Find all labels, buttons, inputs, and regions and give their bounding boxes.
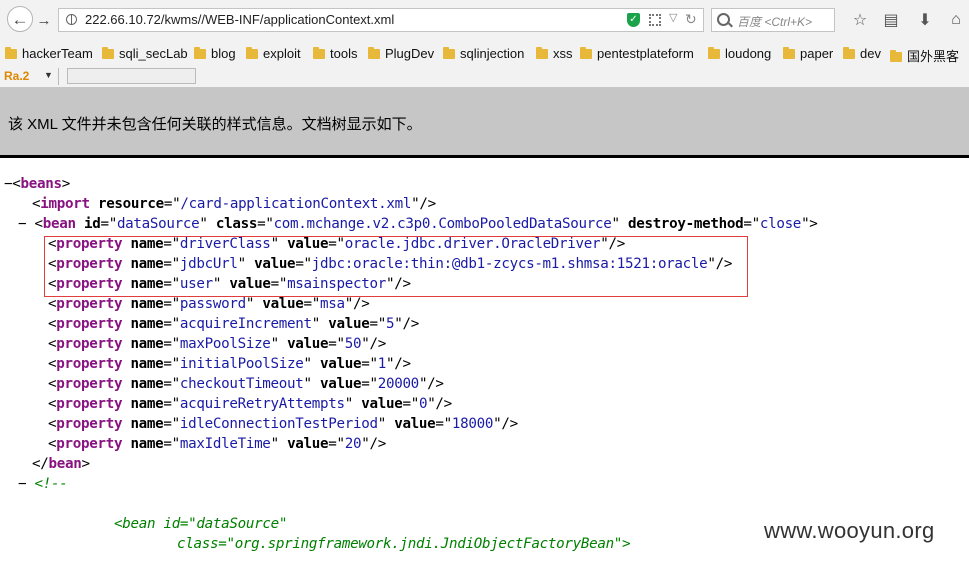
toolbar-divider xyxy=(58,68,59,85)
ra2-addon-button[interactable]: Ra.2 xyxy=(4,69,29,83)
folder-icon xyxy=(5,47,17,59)
bookmark-label: blog xyxy=(211,46,236,61)
bookmark-folder[interactable]: sqlinjection xyxy=(443,46,524,64)
bookmark-label: exploit xyxy=(263,46,301,61)
folder-icon xyxy=(783,47,795,59)
reading-list-icon[interactable]: ▤ xyxy=(880,9,902,31)
bookmark-folder[interactable]: 国外黑客 xyxy=(890,46,959,64)
bookmark-label: PlugDev xyxy=(385,46,435,61)
folder-icon xyxy=(843,47,855,59)
folder-icon xyxy=(708,47,720,59)
bookmark-label: sqlinjection xyxy=(460,46,525,61)
bookmark-folder[interactable]: xss xyxy=(536,46,573,64)
xml-info-banner: 该 XML 文件并未包含任何关联的样式信息。文档树显示如下。 xyxy=(0,87,969,158)
home-icon[interactable]: ⌂ xyxy=(945,9,967,31)
bookmark-folder[interactable]: blog xyxy=(194,46,236,64)
bookmark-label: tools xyxy=(330,46,358,61)
xml-comment-line: class="org.springframework.jndi.JndiObje… xyxy=(177,536,631,552)
folder-icon xyxy=(536,47,548,59)
bookmark-folder[interactable]: dev xyxy=(843,46,881,64)
back-button[interactable]: ← xyxy=(7,6,33,32)
bookmark-folder[interactable]: pentestplateform xyxy=(580,46,694,64)
bookmark-label: sqli_secLab xyxy=(119,46,188,61)
bookmark-folder[interactable]: tools xyxy=(313,46,357,64)
xml-info-text: 该 XML 文件并未包含任何关联的样式信息。文档树显示如下。 xyxy=(8,116,422,133)
bookmark-star-icon[interactable]: ☆ xyxy=(849,9,871,31)
url-dropdown-icon[interactable]: ▽ xyxy=(669,11,677,24)
address-bar[interactable]: 222.66.10.72/kwms//WEB-INF/applicationCo… xyxy=(58,8,704,32)
download-icon[interactable]: ⬇ xyxy=(914,9,936,31)
security-shield-icon[interactable]: ✓ xyxy=(627,13,640,27)
bookmark-label: hackerTeam xyxy=(22,46,93,61)
xml-property: <property name="initialPoolSize" value="… xyxy=(48,356,411,372)
xml-node-import: <import resource="/card-applicationConte… xyxy=(32,196,436,212)
site-info-icon[interactable] xyxy=(66,14,77,25)
bookmark-label: xss xyxy=(553,46,573,61)
navigation-toolbar: ← → 222.66.10.72/kwms//WEB-INF/applicati… xyxy=(0,0,969,41)
xml-comment-open: − <!-- xyxy=(18,476,68,492)
reload-icon[interactable]: ↻ xyxy=(685,11,697,28)
credentials-highlight-box xyxy=(44,236,748,297)
xml-property: <property name="acquireRetryAttempts" va… xyxy=(48,396,452,412)
forward-button[interactable]: → xyxy=(34,10,54,30)
xml-bean-close: </bean> xyxy=(32,456,90,472)
url-text[interactable]: 222.66.10.72/kwms//WEB-INF/applicationCo… xyxy=(85,12,394,27)
bookmark-folder[interactable]: loudong xyxy=(708,46,771,64)
folder-icon xyxy=(368,47,380,59)
forward-arrow-icon: → xyxy=(36,11,52,29)
folder-icon xyxy=(313,47,325,59)
bookmark-folder[interactable]: hackerTeam xyxy=(5,46,93,64)
bookmark-label: dev xyxy=(860,46,881,61)
search-placeholder: 百度 <Ctrl+K> xyxy=(737,15,813,29)
folder-icon xyxy=(194,47,206,59)
collapse-toggle[interactable]: − xyxy=(18,216,27,232)
bookmark-folder[interactable]: PlugDev xyxy=(368,46,434,64)
xml-property: <property name="checkoutTimeout" value="… xyxy=(48,376,444,392)
qr-code-icon[interactable] xyxy=(649,14,661,26)
bookmark-label: loudong xyxy=(725,46,772,61)
folder-icon xyxy=(890,50,902,62)
folder-icon xyxy=(102,47,114,59)
folder-icon xyxy=(580,47,592,59)
folder-icon xyxy=(443,47,455,59)
xml-property: <property name="maxIdleTime" value="20"/… xyxy=(48,436,386,452)
bookmarks-toolbar: hackerTeam sqli_secLab blog exploit tool… xyxy=(0,41,969,66)
folder-icon xyxy=(246,47,258,59)
bookmark-label: pentestplateform xyxy=(597,46,694,61)
bookmark-folder[interactable]: exploit xyxy=(246,46,301,64)
xml-property: <property name="idleConnectionTestPeriod… xyxy=(48,416,518,432)
search-icon xyxy=(717,13,730,26)
xml-node-beans: −<beans> xyxy=(4,176,70,192)
bookmark-folder[interactable]: paper xyxy=(783,46,833,64)
xml-property: <property name="acquireIncrement" value=… xyxy=(48,316,419,332)
bookmark-folder[interactable]: sqli_secLab xyxy=(102,46,188,64)
xml-node-bean: − <bean id="dataSource" class="com.mchan… xyxy=(18,216,818,232)
watermark: www.wooyun.org xyxy=(764,518,935,543)
collapse-toggle[interactable]: − xyxy=(18,476,27,492)
addon-input[interactable] xyxy=(67,68,196,84)
bookmark-label: paper xyxy=(800,46,834,61)
xml-property: <property name="password" value="msa"/> xyxy=(48,296,370,312)
xml-comment-line: <bean id="dataSource" xyxy=(114,516,288,532)
xml-property: <property name="maxPoolSize" value="50"/… xyxy=(48,336,386,352)
collapse-toggle[interactable]: − xyxy=(4,176,13,192)
addon-toolbar: Ra.2 ▼ xyxy=(0,66,969,88)
back-arrow-icon: ← xyxy=(11,9,29,29)
chevron-down-icon[interactable]: ▼ xyxy=(44,70,53,80)
search-input[interactable]: 百度 <Ctrl+K> xyxy=(711,8,835,32)
bookmark-label: 国外黑客 xyxy=(907,49,960,64)
